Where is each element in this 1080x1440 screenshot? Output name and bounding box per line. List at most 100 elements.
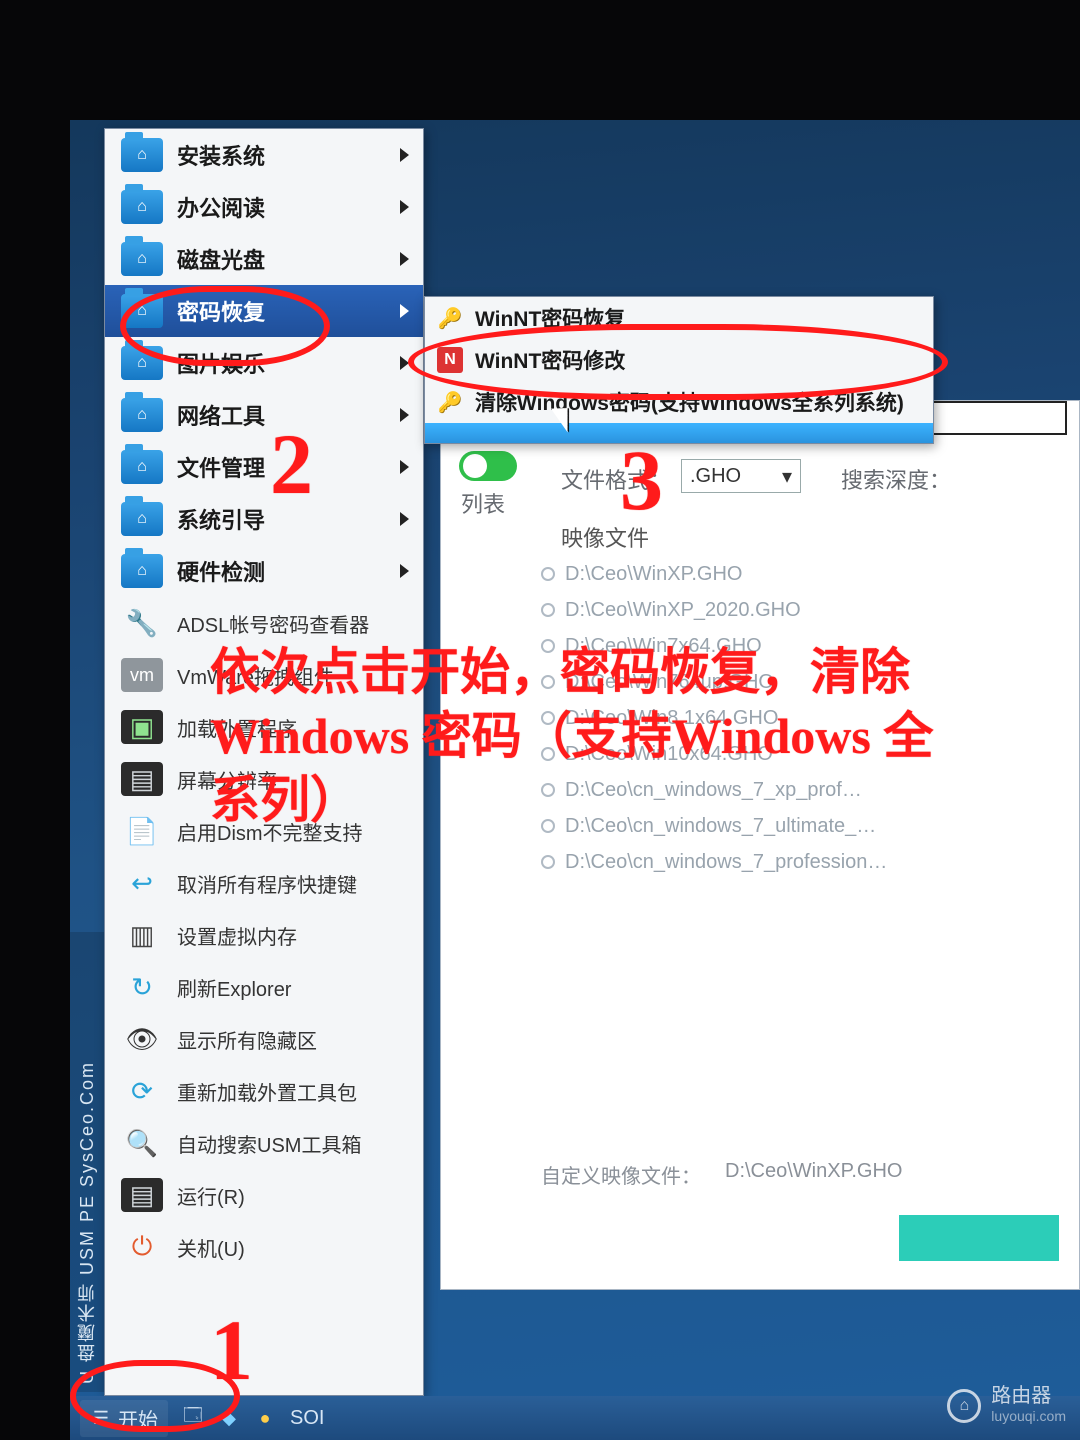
menu-office-read[interactable]: ⌂ 办公阅读 (105, 181, 423, 233)
chevron-right-icon (400, 252, 409, 266)
menu-vmware-drag[interactable]: vm VmWare拖拽组件 (105, 649, 423, 701)
chevron-right-icon (400, 408, 409, 422)
radio-icon (541, 819, 555, 833)
menu-label: 显示所有隐藏区 (177, 1025, 317, 1054)
file-format-value: .GHO (690, 465, 741, 488)
list-item[interactable]: D:\Ceo\Win764up.GHO (541, 664, 1067, 700)
menu-network-tools[interactable]: ⌂ 网络工具 (105, 389, 423, 441)
folder-icon: ⌂ (121, 242, 163, 276)
menu-label: 网络工具 (177, 399, 265, 431)
radio-icon (541, 783, 555, 797)
radio-icon (541, 855, 555, 869)
menu-label: 屏幕分辨率 (177, 765, 277, 794)
taskbar-app-icon[interactable]: ◆ (218, 1407, 240, 1429)
key-icon: 🔑 (437, 305, 463, 331)
menu-label: 磁盘光盘 (177, 243, 265, 275)
terminal-icon: ▤ (121, 762, 163, 796)
submenu-winnt-modify[interactable]: N WinNT密码修改 (425, 339, 933, 381)
watermark-logo-icon: ⌂ (947, 1389, 981, 1423)
menu-adsl-viewer[interactable]: 🔧 ADSL帐号密码查看器 (105, 597, 423, 649)
submenu-winnt-recover[interactable]: 🔑 WinNT密码恢复 (425, 297, 933, 339)
start-menu: ⌂ 安装系统 ⌂ 办公阅读 ⌂ 磁盘光盘 ⌂ 密码恢复 ⌂ 图片娱乐 ⌂ 网络工… (104, 128, 424, 1396)
chevron-right-icon (400, 356, 409, 370)
radio-icon (541, 567, 555, 581)
file-format-label: 文件格式： (561, 463, 671, 495)
chevron-right-icon (400, 460, 409, 474)
menu-shutdown[interactable]: ⏻ 关机(U) (105, 1221, 423, 1273)
watermark-domain: luyouqi.com (991, 1406, 1066, 1426)
start-label: 开始 (118, 1404, 158, 1433)
radio-icon (541, 639, 555, 653)
start-restore-button[interactable] (899, 1215, 1059, 1261)
list-item[interactable]: D:\Ceo\cn_windows_7_ultimate_… (541, 808, 1067, 844)
nt-icon: N (437, 347, 463, 373)
taskbar-extra[interactable]: SOI (290, 1407, 324, 1430)
menu-cancel-hotkeys[interactable]: ↩ 取消所有程序快捷键 (105, 857, 423, 909)
folder-icon: ⌂ (121, 450, 163, 484)
taskbar-app-icon[interactable]: 🗔 (182, 1407, 204, 1429)
image-file-section-label: 映像文件 (561, 521, 649, 553)
menu-run[interactable]: ▤ 运行(R) (105, 1169, 423, 1221)
folder-icon: ⌂ (121, 554, 163, 588)
menu-show-hidden[interactable]: 👁 显示所有隐藏区 (105, 1013, 423, 1065)
menu-label: 运行(R) (177, 1181, 245, 1210)
custom-image-row: 自定义映像文件： D:\Ceo\WinXP.GHO (541, 1160, 1067, 1189)
menu-label: 安装系统 (177, 139, 265, 171)
start-button[interactable]: ☰ 开始 (80, 1400, 168, 1437)
refresh-icon: ↻ (121, 970, 163, 1004)
taskbar: ☰ 开始 🗔 ◆ ● SOI (70, 1396, 1080, 1440)
submenu-label: 清除Windows密码(支持Windows全系列系统) (475, 387, 904, 417)
menu-virtual-memory[interactable]: ▥ 设置虚拟内存 (105, 909, 423, 961)
menu-label: 重新加载外置工具包 (177, 1077, 357, 1106)
menu-label: ADSL帐号密码查看器 (177, 609, 369, 638)
list-item[interactable]: D:\Ceo\Win7x64.GHO (541, 628, 1067, 664)
menu-enable-dism[interactable]: 📄 启用Dism不完整支持 (105, 805, 423, 857)
menu-refresh-explorer[interactable]: ↻ 刷新Explorer (105, 961, 423, 1013)
custom-image-label: 自定义映像文件： (541, 1160, 701, 1189)
list-item[interactable]: D:\Ceo\cn_windows_7_profession… (541, 844, 1067, 880)
ghost-installer-window: 位置：B:\PETOOLS\Password_Recovery 列表 文件格式：… (440, 400, 1080, 1290)
vm-icon: vm (121, 658, 163, 692)
folder-icon: ⌂ (121, 190, 163, 224)
start-icon: ☰ (90, 1407, 112, 1429)
menu-label: 自动搜索USM工具箱 (177, 1129, 361, 1158)
chip-icon: ▥ (121, 918, 163, 952)
key-icon: 🔑 (437, 389, 463, 415)
chevron-right-icon (400, 148, 409, 162)
terminal-icon: ▤ (121, 1178, 163, 1212)
radio-icon (541, 711, 555, 725)
menu-load-external[interactable]: ▣ 加载外置程序 (105, 701, 423, 753)
list-item[interactable]: D:\Ceo\Win8.1x64.GHO (541, 700, 1067, 736)
list-item[interactable]: D:\Ceo\Win10x64.GHO (541, 736, 1067, 772)
list-item[interactable]: D:\Ceo\cn_windows_7_xp_prof… (541, 772, 1067, 808)
menu-label: 取消所有程序快捷键 (177, 869, 357, 898)
menu-label: 启用Dism不完整支持 (177, 817, 363, 846)
menu-image-entertainment[interactable]: ⌂ 图片娱乐 (105, 337, 423, 389)
menu-screen-res[interactable]: ▤ 屏幕分辨率 (105, 753, 423, 805)
menu-system-boot[interactable]: ⌂ 系统引导 (105, 493, 423, 545)
taskbar-app-icon[interactable]: ● (254, 1407, 276, 1429)
menu-password-recovery[interactable]: ⌂ 密码恢复 (105, 285, 423, 337)
file-format-dropdown[interactable]: .GHO ▾ (681, 459, 801, 493)
menu-hardware-detect[interactable]: ⌂ 硬件检测 (105, 545, 423, 597)
list-toggle[interactable] (459, 451, 517, 481)
submenu-clear-windows-password[interactable]: 🔑 清除Windows密码(支持Windows全系列系统) (425, 381, 933, 423)
search-depth-label: 搜索深度： (841, 463, 951, 495)
watermark-name: 路由器 (991, 1386, 1066, 1406)
chevron-right-icon (400, 200, 409, 214)
custom-image-value: D:\Ceo\WinXP.GHO (725, 1160, 902, 1189)
folder-icon: ⌂ (121, 138, 163, 172)
menu-label: 加载外置程序 (177, 713, 297, 742)
menu-disk-cd[interactable]: ⌂ 磁盘光盘 (105, 233, 423, 285)
screen-bezel: 位置：B:\PETOOLS\Password_Recovery 列表 文件格式：… (0, 0, 1080, 1440)
list-item[interactable]: D:\Ceo\WinXP_2020.GHO (541, 592, 1067, 628)
menu-reload-tools[interactable]: ⟳ 重新加载外置工具包 (105, 1065, 423, 1117)
menu-file-manage[interactable]: ⌂ 文件管理 (105, 441, 423, 493)
list-item[interactable]: D:\Ceo\WinXP.GHO (541, 556, 1067, 592)
menu-auto-search-usm[interactable]: 🔍 自动搜索USM工具箱 (105, 1117, 423, 1169)
menu-install-system[interactable]: ⌂ 安装系统 (105, 129, 423, 181)
chevron-down-icon: ▾ (782, 464, 792, 489)
menu-label: 图片娱乐 (177, 347, 265, 379)
menu-label: 硬件检测 (177, 555, 265, 587)
menu-label: VmWare拖拽组件 (177, 661, 334, 690)
